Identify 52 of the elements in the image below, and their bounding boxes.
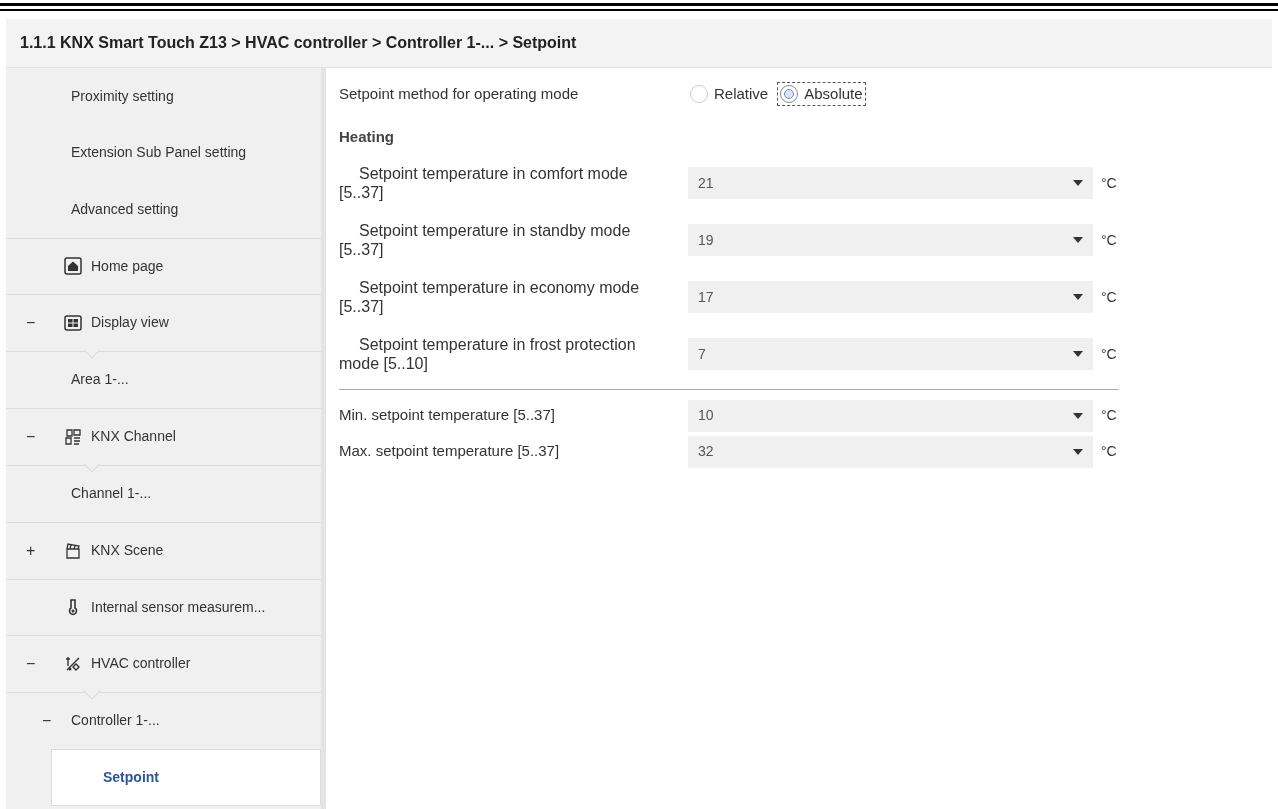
field-label: Min. setpoint temperature [5..37] — [339, 405, 556, 426]
dropdown-field[interactable]: 17 — [688, 281, 1093, 313]
sidebar-item[interactable]: Advanced setting — [6, 181, 321, 238]
home-icon — [64, 257, 82, 276]
caret-icon — [1073, 448, 1083, 455]
channel-icon — [64, 427, 82, 446]
sidebar-item[interactable]: + KNX Scene — [6, 523, 321, 579]
field-label: Setpoint temperature in frost protection mode [5..10] — [339, 335, 637, 373]
caret-icon — [1073, 237, 1083, 243]
unit-label: °C — [1101, 230, 1117, 250]
sidebar-item[interactable]: Internal sensor measurem... — [6, 579, 321, 635]
caret-icon — [1073, 180, 1083, 186]
caret-icon — [1073, 294, 1083, 300]
radio-option[interactable]: Absolute — [777, 81, 866, 107]
dropdown-field[interactable]: 10 — [688, 399, 1093, 432]
dropdown-field[interactable]: 7 — [688, 338, 1093, 370]
unit-label: °C — [1101, 344, 1117, 364]
expander-toggle[interactable]: − — [26, 424, 64, 449]
unit-label: °C — [1101, 406, 1117, 425]
dropdown-field[interactable]: 32 — [688, 435, 1093, 468]
sidebar-item[interactable]: − KNX Channel — [6, 409, 321, 465]
sidebar-item[interactable]: Setpoint — [51, 749, 321, 806]
unit-label: °C — [1101, 442, 1117, 461]
unit-label: °C — [1101, 287, 1117, 307]
dropdown-field[interactable]: 19 — [688, 224, 1093, 256]
sidebar-item[interactable]: Home page — [6, 238, 321, 294]
field-label: Max. setpoint temperature [5..37] — [339, 441, 561, 462]
radio-option[interactable]: Relative — [687, 81, 772, 107]
unit-label: °C — [1101, 173, 1117, 193]
sidebar-item[interactable]: Proximity setting — [6, 68, 321, 125]
field-label: Setpoint method for operating mode — [339, 83, 580, 104]
field-label: Setpoint temperature in economy mode [5..37] — [339, 278, 641, 316]
expander-toggle[interactable]: − — [42, 708, 71, 733]
caret-icon — [1073, 351, 1083, 357]
sidebar-item[interactable]: − Display view — [6, 295, 321, 351]
sidebar-item[interactable]: Area 1-... — [6, 351, 321, 408]
expander-toggle[interactable]: − — [26, 310, 64, 335]
sidebar-item[interactable]: Extension Sub Panel setting — [6, 124, 321, 181]
sidebar-item[interactable]: − Controller 1-... — [6, 692, 321, 749]
section-heading: Heating — [339, 127, 395, 147]
hvac-icon — [64, 654, 82, 673]
dropdown-field[interactable]: 21 — [688, 167, 1093, 199]
sidebar-item[interactable]: − HVAC controller — [6, 636, 321, 692]
caret-icon — [1073, 412, 1083, 419]
expander-toggle[interactable]: + — [26, 538, 64, 563]
sidebar-item[interactable]: Channel 1-... — [6, 465, 321, 522]
expander-toggle[interactable]: − — [26, 651, 64, 676]
title-bar: 1.1.1 KNX Smart Touch Z13 > HVAC controller > Controller 1-... > Setpoint — [6, 19, 1272, 68]
field-label: Setpoint temperature in standby mode [5..37] — [339, 221, 632, 259]
grid-icon — [64, 313, 82, 332]
clapperboard-icon — [64, 541, 82, 560]
field-label: Setpoint temperature in comfort mode [5..37] — [339, 164, 629, 202]
